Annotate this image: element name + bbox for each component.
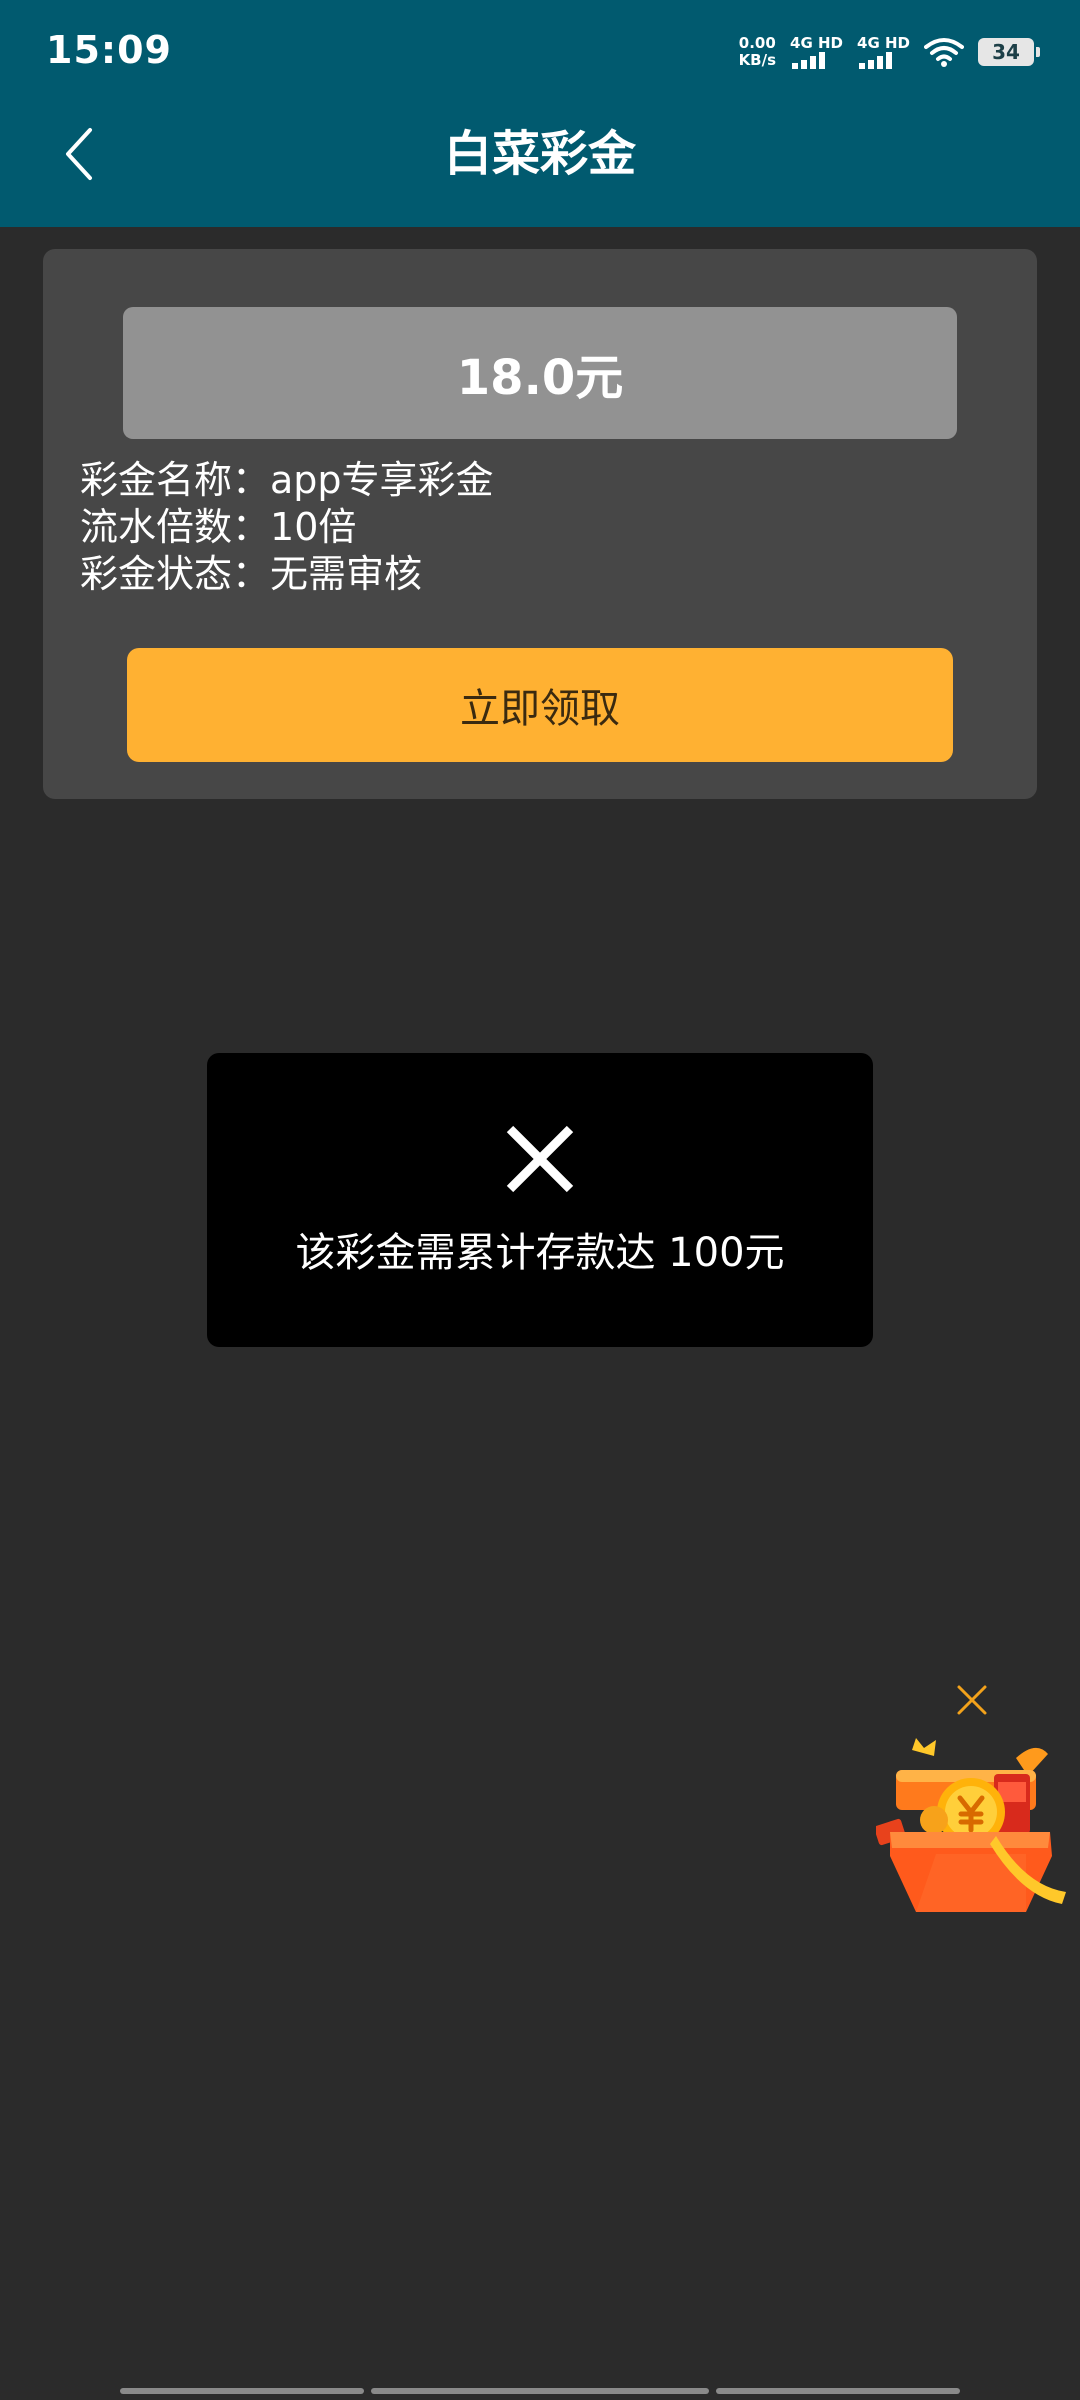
- toast-message-box: 该彩金需累计存款达 100元: [207, 1053, 873, 1347]
- close-icon[interactable]: [956, 1684, 988, 1716]
- gift-box-icon[interactable]: [876, 1736, 1070, 1912]
- bonus-status-row: 彩金状态： 无需审核: [80, 551, 494, 598]
- battery-icon: 34: [978, 38, 1040, 66]
- turnover-multiple-value: 10倍: [270, 505, 357, 549]
- bonus-card: 18.0元 彩金名称： app专享彩金 流水倍数： 10倍 彩金状态： 无需审核…: [43, 249, 1037, 799]
- app-header: 15:09 0.00 KB/s 4G HD 4G HD 34 白菜彩金: [0, 0, 1080, 227]
- status-time: 15:09: [46, 28, 172, 72]
- bonus-amount: 18.0元: [123, 307, 957, 439]
- bonus-details: 彩金名称： app专享彩金 流水倍数： 10倍 彩金状态： 无需审核: [80, 457, 494, 598]
- turnover-multiple-label: 流水倍数：: [80, 505, 271, 549]
- nav-segment-middle: [371, 2388, 709, 2394]
- battery-level: 34: [992, 40, 1020, 64]
- bonus-status-value: 无需审核: [270, 552, 423, 596]
- claim-now-button[interactable]: 立即领取: [127, 648, 953, 762]
- gesture-navigation-bar: [0, 2386, 1080, 2400]
- status-bar: 15:09 0.00 KB/s 4G HD 4G HD 34: [0, 0, 1080, 100]
- turnover-multiple-row: 流水倍数： 10倍: [80, 504, 494, 551]
- signal-sim2-label: 4G HD: [857, 34, 910, 52]
- network-speed-value: 0.00: [738, 34, 776, 52]
- nav-segment-right: [716, 2388, 960, 2394]
- bonus-name-label: 彩金名称：: [80, 458, 271, 502]
- network-speed-unit: KB/s: [738, 51, 777, 69]
- close-icon: [506, 1125, 574, 1193]
- network-speed: 0.00 KB/s: [739, 35, 776, 69]
- signal-sim1-label: 4G HD: [790, 34, 844, 52]
- bonus-name-value: app专享彩金: [270, 458, 494, 502]
- toast-text: 该彩金需累计存款达 100元: [295, 1230, 785, 1276]
- wifi-icon: [924, 38, 964, 67]
- page-title: 白菜彩金: [443, 126, 636, 182]
- nav-segment-left: [120, 2388, 364, 2394]
- signal-sim2: 4G HD: [857, 35, 910, 69]
- signal-sim1: 4G HD: [790, 35, 843, 69]
- signal-bars-icon: [792, 52, 826, 69]
- bonus-status-label: 彩金状态：: [80, 552, 271, 596]
- bonus-name-row: 彩金名称： app专享彩金: [80, 457, 494, 504]
- signal-bars-icon: [859, 52, 893, 69]
- status-icons: 0.00 KB/s 4G HD 4G HD 34: [739, 30, 1040, 74]
